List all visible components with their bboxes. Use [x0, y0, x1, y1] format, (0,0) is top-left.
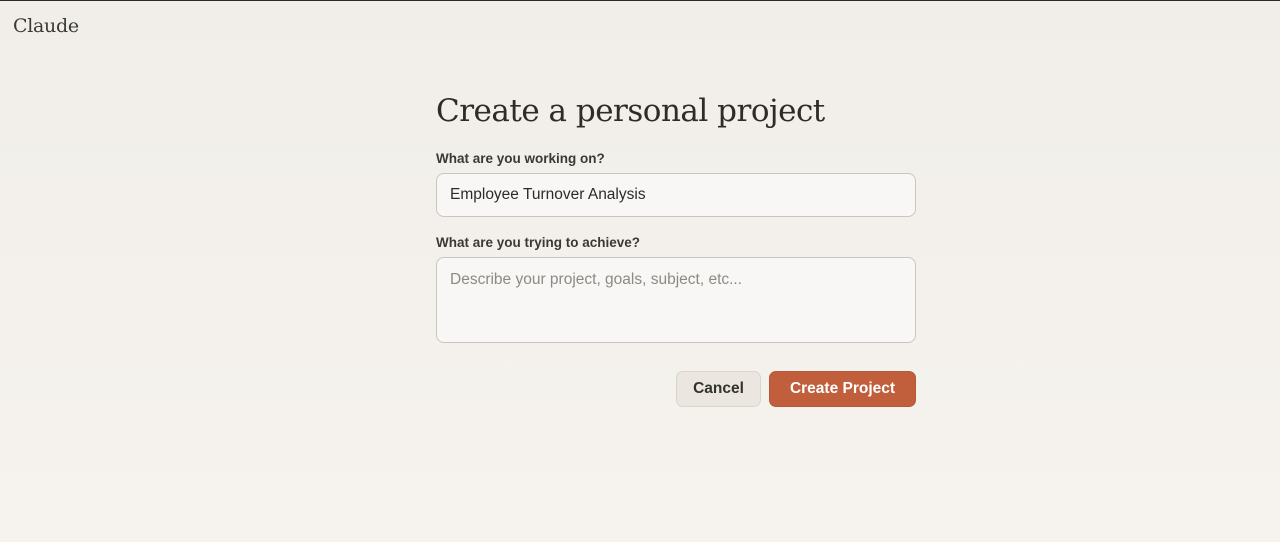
create-project-button[interactable]: Create Project [769, 371, 916, 407]
create-project-form: Create a personal project What are you w… [436, 91, 916, 407]
form-actions: Cancel Create Project [436, 371, 916, 407]
project-name-input[interactable] [436, 173, 916, 217]
project-goal-label: What are you trying to achieve? [436, 235, 641, 250]
claude-logo[interactable]: Claude [13, 15, 79, 37]
project-name-label: What are you working on? [436, 151, 605, 166]
cancel-button[interactable]: Cancel [676, 371, 761, 407]
project-goal-textarea[interactable] [436, 257, 916, 343]
page-title: Create a personal project [436, 93, 825, 129]
